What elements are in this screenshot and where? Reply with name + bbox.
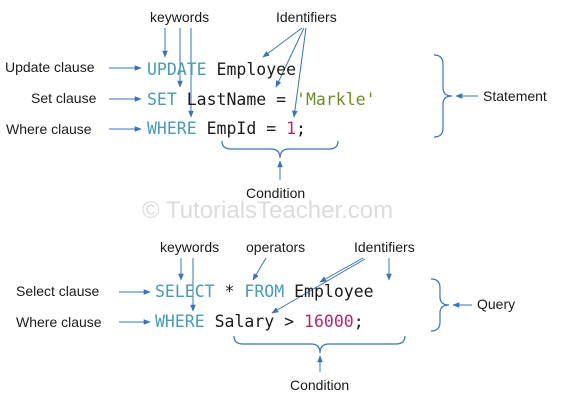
condition-label: Condition (290, 377, 349, 393)
identifier-arrow (319, 257, 364, 283)
update-example: keywords Identifiers Update clause Set c… (5, 9, 547, 201)
identifier-employee: Employee (217, 60, 296, 79)
query-label: Query (477, 296, 515, 312)
identifier-arrow (262, 27, 303, 58)
semicolon: ; (354, 312, 364, 331)
where-clause-label: Where clause (16, 314, 102, 330)
keyword-update: UPDATE (147, 60, 207, 79)
statement-label: Statement (483, 88, 547, 104)
select-clause-label: Select clause (16, 283, 99, 299)
keyword-set: SET (147, 90, 177, 109)
operators-label: operators (246, 239, 305, 255)
operator-star: * (225, 282, 235, 301)
number-literal: 1 (286, 119, 296, 138)
identifier-lastname: LastName (187, 90, 266, 109)
update-code-line: UPDATE Employee (147, 60, 296, 79)
semicolon: ; (296, 119, 306, 138)
where-clause-label: Where clause (6, 121, 92, 137)
identifier-employee: Employee (294, 282, 373, 301)
string-literal: 'Markle' (296, 90, 375, 109)
keyword-where: WHERE (155, 312, 205, 331)
select-code-line: SELECT * FROM Employee (155, 282, 374, 301)
number-literal: 16000 (304, 312, 354, 331)
identifiers-label: Identifiers (276, 9, 337, 25)
condition-brace (221, 140, 339, 159)
keywords-label: keywords (160, 239, 219, 255)
condition-label: Condition (246, 185, 305, 201)
select-example: keywords operators Identifiers Select cl… (16, 239, 515, 393)
operator-equals: = (276, 90, 286, 109)
identifier-salary: Salary (215, 312, 275, 331)
update-clause-label: Update clause (5, 59, 95, 75)
keyword-from: FROM (244, 282, 284, 301)
identifiers-label: Identifiers (354, 239, 415, 255)
query-brace (430, 278, 450, 332)
where-code-line: WHERE EmpId = 1; (147, 119, 306, 138)
operator-equals: = (266, 119, 276, 138)
condition-brace (233, 335, 406, 354)
set-code-line: SET LastName = 'Markle' (147, 90, 376, 109)
operator-arrow (252, 257, 267, 281)
identifier-empid: EmpId (207, 119, 257, 138)
keywords-label: keywords (150, 9, 209, 25)
sql-syntax-diagram: © TutorialsTeacher.com keywords Identifi… (5, 9, 547, 393)
statement-brace (433, 54, 453, 138)
operator-greater-than: > (284, 312, 294, 331)
keyword-select: SELECT (155, 282, 215, 301)
where-code-line: WHERE Salary > 16000; (155, 312, 364, 331)
keyword-where: WHERE (147, 119, 197, 138)
watermark: © TutorialsTeacher.com (142, 197, 393, 224)
set-clause-label: Set clause (31, 90, 97, 106)
